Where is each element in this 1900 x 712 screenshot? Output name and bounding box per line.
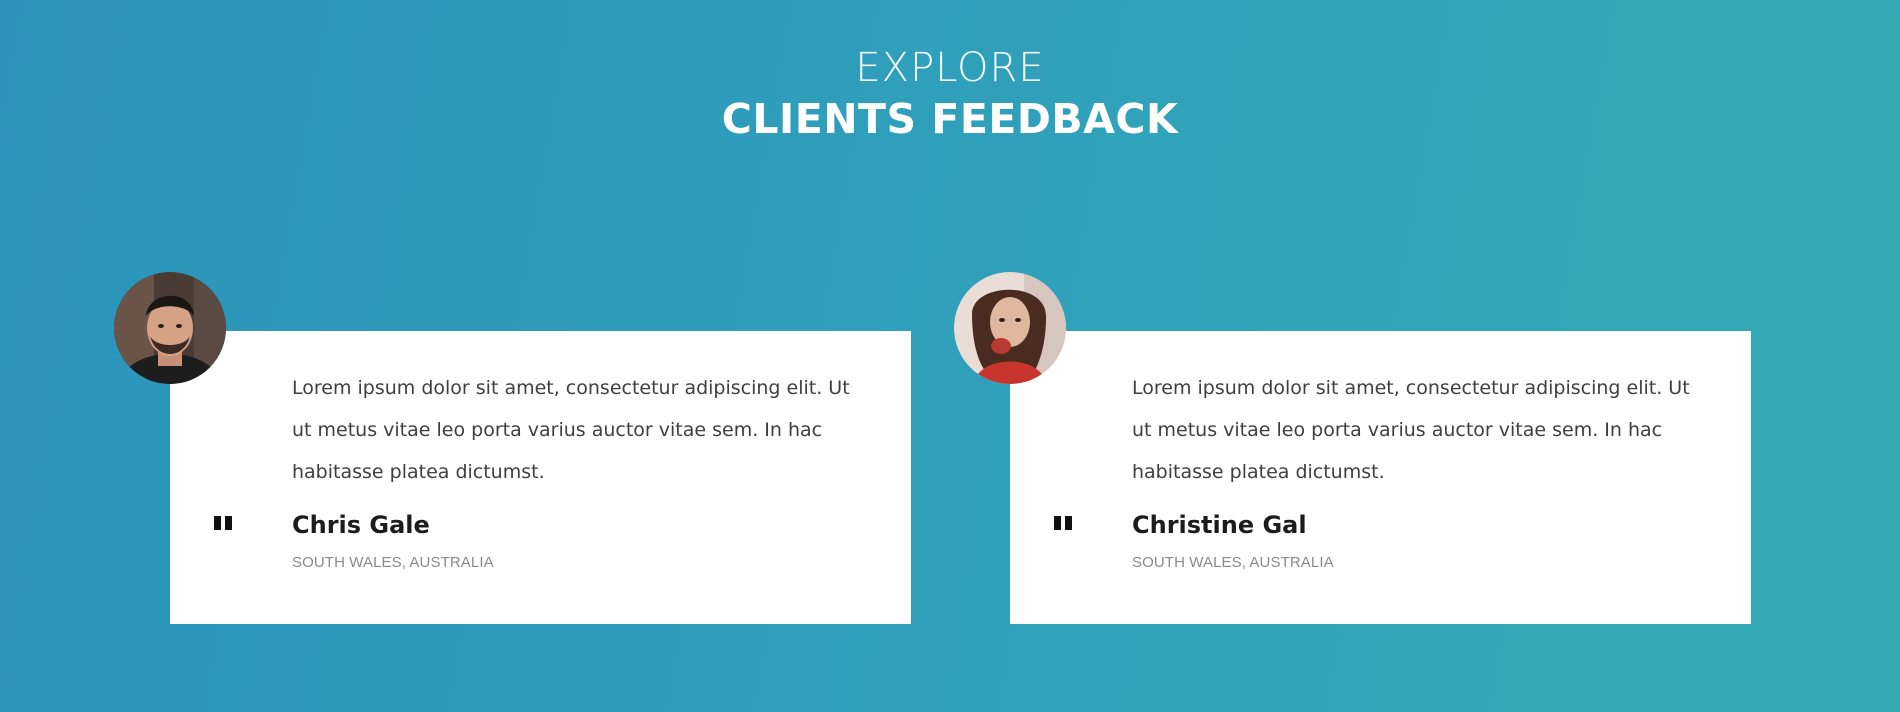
man-portrait-icon — [114, 272, 226, 384]
woman-portrait-icon — [954, 272, 1066, 384]
testimonial-name: Chris Gale — [292, 511, 430, 539]
testimonial-card: Lorem ipsum dolor sit amet, consectetur … — [170, 331, 911, 624]
section-heading: EXPLORE CLIENTS FEEDBACK — [0, 42, 1900, 144]
quote-icon — [214, 516, 232, 530]
testimonial-text: Lorem ipsum dolor sit amet, consectetur … — [292, 377, 850, 483]
section-eyebrow: EXPLORE — [855, 45, 1045, 91]
section-title: CLIENTS FEEDBACK — [721, 95, 1179, 143]
avatar — [954, 272, 1066, 384]
testimonial-location: SOUTH WALES, AUSTRALIA — [292, 554, 494, 571]
testimonial-location: SOUTH WALES, AUSTRALIA — [1132, 554, 1334, 571]
testimonial-card: Lorem ipsum dolor sit amet, consectetur … — [1010, 331, 1751, 624]
testimonial-name: Christine Gal — [1132, 511, 1307, 539]
avatar — [114, 272, 226, 384]
testimonial-text: Lorem ipsum dolor sit amet, consectetur … — [1132, 377, 1690, 483]
quote-icon — [1054, 516, 1072, 530]
